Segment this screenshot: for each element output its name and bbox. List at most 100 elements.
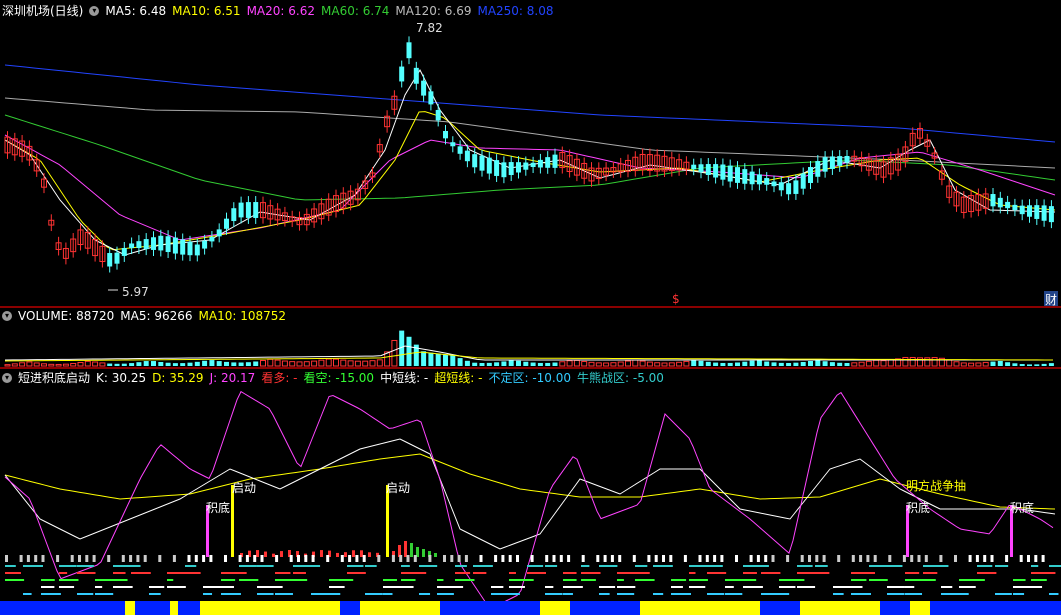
tick-bar [457,555,461,562]
tick-bar [873,555,877,562]
band-segment [347,572,366,574]
band-segment [41,586,55,588]
candle-body [545,157,551,168]
candle-body [435,109,441,121]
candle-body [129,243,135,249]
volume-bar [303,361,310,367]
volume-bar [406,336,412,366]
band-segment [995,593,1012,595]
candle-body [245,202,251,218]
dollar-marker-icon[interactable]: $ [672,292,680,306]
kanduo-label: 看多: - [261,371,298,385]
volume-bar [946,359,953,367]
volume-bar [530,362,536,366]
band-segment [149,586,165,588]
price-chart[interactable] [0,0,1061,306]
tick-bar [238,555,242,562]
band-segment [401,565,410,567]
collapse-toggle-icon[interactable]: ▾ [2,311,12,321]
band-segment [707,593,725,595]
candle-body [121,247,127,256]
signal-jidi: 积底 [1010,501,1035,515]
candle-body [443,130,448,139]
band-segment [1013,586,1033,588]
signal-qidong: 启动 [386,481,411,495]
volume-bar [668,362,675,367]
band-segment [959,593,969,595]
candle-body [786,183,792,195]
candle-body [428,91,434,105]
volume-bar [486,362,492,366]
candle-body [523,162,529,170]
tick-bar [683,555,687,562]
signal-jidi: 积底 [906,501,931,515]
tick-bar [501,555,505,562]
zone-band [440,601,540,615]
candle-body [1005,201,1011,209]
volume-bar [975,362,982,367]
volume-bar [749,360,755,366]
band-segment [221,593,241,595]
band-segment [59,565,77,567]
band-segment [923,565,943,567]
band-segment [671,586,683,588]
tick-bar [822,555,826,562]
volume-bar [545,362,551,366]
price-panel[interactable]: 深圳机场(日线) ▾ MA5: 6.48 MA10: 6.51 MA20: 6.… [0,0,1061,308]
volume-bar [646,361,653,367]
volume-bar [1041,363,1047,366]
volume-bar [333,358,339,367]
collapse-toggle-icon[interactable]: ▾ [2,373,12,383]
tick-bar [669,555,673,562]
signal-bar [320,550,323,557]
indicator-chart[interactable] [0,369,1061,615]
volume-bar [516,360,521,366]
band-segment [401,572,421,574]
signal-bar [404,541,407,557]
band-segment [77,572,96,574]
band-segment [599,586,616,588]
band-segment [23,593,32,595]
band-segment [347,579,354,581]
zone-band [760,601,800,615]
volume-bar [48,363,55,367]
band-segment [419,593,431,595]
indicator-panel[interactable]: ▾ 短进积底启动 K: 30.25 D: 35.29 J: 20.17 看多: … [0,369,1061,615]
band-segment [275,593,293,595]
band-segment [761,565,769,567]
tick-bar [253,555,257,562]
tick-bar [297,555,300,562]
tick-bar [413,555,417,562]
band-segment [563,579,577,581]
tick-bar [1027,555,1030,562]
tick-bar [983,555,987,562]
zhongduan-label: 中短线: - [380,371,429,385]
volume-panel[interactable]: ▾ VOLUME: 88720 MA5: 96266 MA10: 108752 [0,308,1061,367]
band-segment [869,579,888,581]
collapse-toggle-icon[interactable]: ▾ [89,6,100,16]
band-segment [905,572,920,574]
volume-bar [19,362,26,367]
candle-body [136,241,142,248]
zone-band [540,601,570,615]
volume-bar [158,362,164,366]
band-segment [887,593,905,595]
candle-body [479,155,485,171]
tick-bar [19,555,23,562]
candle-body [486,157,492,174]
band-segment [779,586,796,588]
band-segment [77,565,94,567]
candle-body [494,160,500,176]
candle-body [705,164,711,175]
band-segment [671,579,687,581]
tick-bar [749,555,753,562]
band-segment [95,579,115,581]
signal-bar [256,550,259,557]
tick-bar [968,555,972,562]
volume-bar [362,360,369,367]
candle-body [691,164,697,170]
tick-bar [808,555,811,562]
band-segment [833,586,853,588]
tick-bar [924,555,928,562]
volume-bar [472,362,478,366]
